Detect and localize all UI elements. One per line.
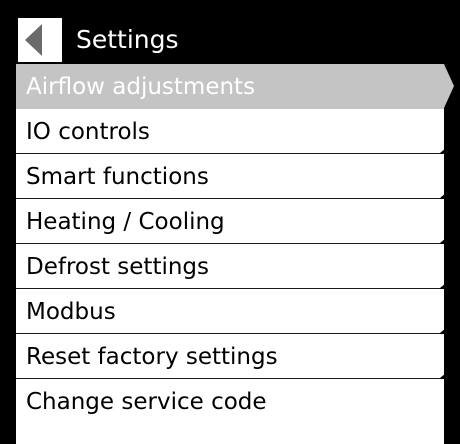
menu-item-defrost-settings[interactable]: Defrost settings (16, 244, 446, 293)
menu-item-smart-functions[interactable]: Smart functions (16, 154, 446, 203)
menu-item-label: Airflow adjustments (26, 74, 256, 100)
menu-item-change-service-code[interactable]: Change service code (16, 379, 444, 424)
menu-item-modbus[interactable]: Modbus (16, 289, 446, 338)
selection-arrow (444, 64, 454, 108)
left-bezel (0, 0, 16, 444)
top-bezel (0, 0, 460, 14)
menu-item-label: Smart functions (26, 164, 209, 190)
menu-item-label: Change service code (26, 389, 267, 415)
settings-menu: Airflow adjustments IO controls Smart fu… (16, 64, 454, 424)
menu-item-label: IO controls (26, 119, 150, 145)
menu-item-io-controls[interactable]: IO controls (16, 109, 446, 158)
back-button[interactable] (18, 18, 62, 62)
menu-item-airflow-adjustments[interactable]: Airflow adjustments (16, 64, 454, 109)
menu-item-reset-factory-settings[interactable]: Reset factory settings (16, 334, 446, 383)
menu-item-label: Defrost settings (26, 254, 210, 280)
menu-item-label: Heating / Cooling (26, 209, 225, 235)
menu-item-heating-cooling[interactable]: Heating / Cooling (16, 199, 446, 248)
menu-item-label: Modbus (26, 299, 116, 325)
device-screen: Settings Airflow adjustments IO controls… (0, 0, 460, 444)
menu-item-label: Reset factory settings (26, 344, 278, 370)
back-triangle-icon (25, 24, 42, 56)
page-title: Settings (76, 25, 179, 54)
